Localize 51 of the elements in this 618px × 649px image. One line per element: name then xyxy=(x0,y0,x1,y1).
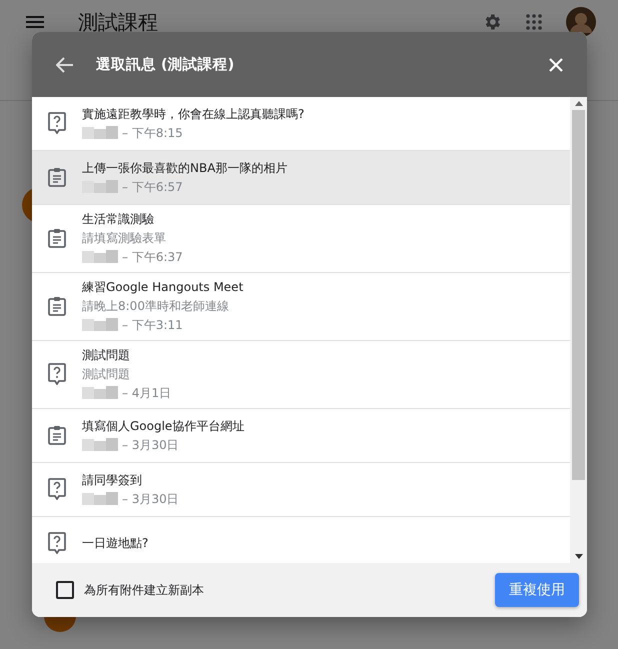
post-item[interactable]: 請同學簽到 – 3月30日 xyxy=(32,463,570,517)
post-title: 測試問題 xyxy=(82,347,131,363)
post-item[interactable]: 上傳一張你最喜歡的NBA那一隊的相片 – 下午6:57 xyxy=(32,151,570,205)
post-item[interactable]: 練習Google Hangouts Meet 請晚上8:00準時和老師連線 – 下午3:11 xyxy=(32,273,570,341)
question-icon xyxy=(48,478,66,500)
post-title: 填寫個人Google協作平台網址 xyxy=(82,418,244,434)
post-title: 實施遠距教學時，你會在線上認真聽課嗎? xyxy=(82,106,304,122)
reuse-button[interactable]: 重複使用 xyxy=(495,573,579,607)
post-time: – 3月30日 xyxy=(122,490,179,506)
scrollbar[interactable] xyxy=(570,97,587,563)
checkbox-label: 為所有附件建立新副本 xyxy=(84,582,204,598)
post-time: – 3月30日 xyxy=(122,436,179,452)
post-time: – 4月1日 xyxy=(122,385,172,401)
post-title: 上傳一張你最喜歡的NBA那一隊的相片 xyxy=(82,160,288,176)
blurred-name-drawing xyxy=(82,126,118,140)
post-title: 練習Google Hangouts Meet xyxy=(82,279,244,295)
blurred-name-drawing xyxy=(82,492,118,506)
blurred-name-drawing xyxy=(82,318,118,332)
post-item[interactable]: 生活常識測驗 請填寫測驗表單 – 下午6:37 xyxy=(32,205,570,273)
course-title: 測試課程 xyxy=(78,8,158,36)
post-description: 請填寫測驗表單 xyxy=(82,230,167,246)
post-title: 請同學簽到 xyxy=(82,472,143,488)
question-icon xyxy=(48,532,66,554)
post-description: 請晚上8:00準時和老師連線 xyxy=(82,298,230,314)
back-arrow-icon[interactable] xyxy=(56,56,74,72)
clipboard-icon xyxy=(48,425,66,445)
dialog-title: 選取訊息 (測試課程) xyxy=(96,56,234,74)
blurred-name-drawing xyxy=(82,180,118,194)
post-item[interactable]: 測試問題 測試問題 – 4月1日 xyxy=(32,341,570,409)
post-description: 測試問題 xyxy=(82,366,131,382)
scrollbar-thumb[interactable] xyxy=(572,110,585,480)
question-icon xyxy=(48,112,66,134)
question-icon xyxy=(48,363,66,385)
post-item[interactable]: 填寫個人Google協作平台網址 – 3月30日 xyxy=(32,409,570,463)
menu-icon[interactable] xyxy=(26,16,44,28)
blurred-name-drawing xyxy=(82,386,118,400)
apps-grid-icon[interactable] xyxy=(526,14,542,30)
checkbox[interactable] xyxy=(56,581,74,599)
clipboard-icon xyxy=(48,228,66,248)
scroll-down-icon[interactable] xyxy=(574,554,582,559)
blurred-name-drawing xyxy=(82,438,118,452)
post-time: – 下午6:37 xyxy=(122,249,183,265)
close-icon[interactable] xyxy=(549,58,563,72)
blurred-name-drawing xyxy=(82,250,118,264)
clipboard-icon xyxy=(48,296,66,316)
post-title: 生活常識測驗 xyxy=(82,211,155,227)
post-time: – 下午3:11 xyxy=(122,317,183,333)
post-time: – 下午6:57 xyxy=(122,178,183,194)
post-title: 一日遊地點? xyxy=(82,535,148,551)
clipboard-icon xyxy=(48,167,66,187)
post-time: – 下午8:15 xyxy=(122,124,183,140)
